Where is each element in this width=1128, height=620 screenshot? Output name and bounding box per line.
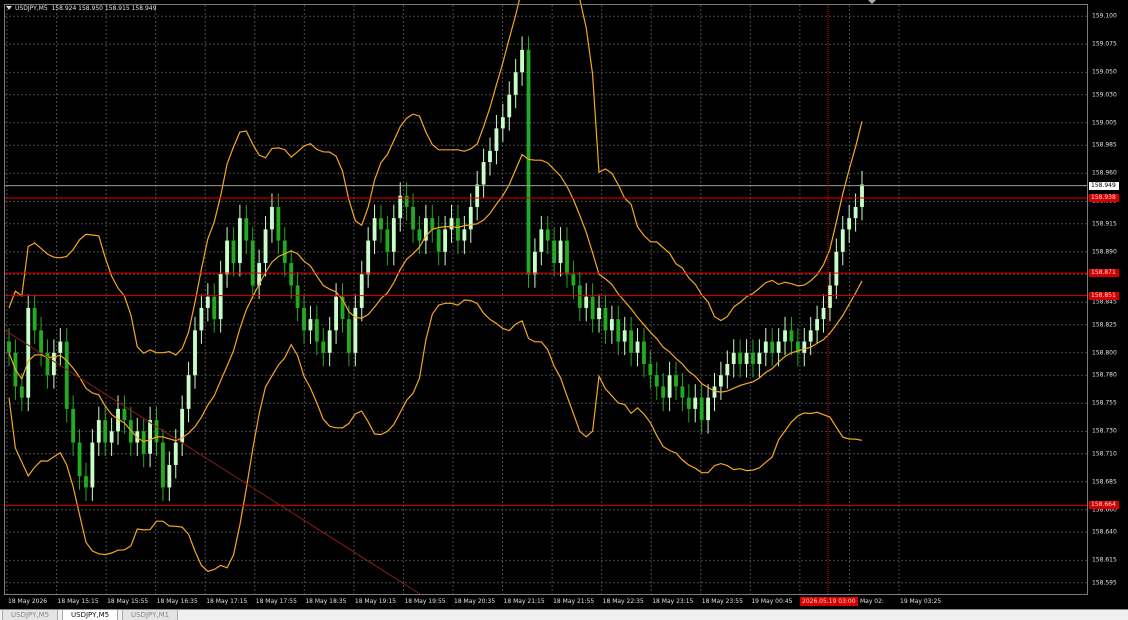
symbol-info-text: USDJPY,M5 158.924 158.950 158.915 158.94…: [15, 5, 157, 12]
y-tick-label: 158.825: [1092, 321, 1117, 329]
chart-window: USDJPY,M5 158.924 158.950 158.915 158.94…: [0, 0, 1128, 620]
y-tick-label: 158.730: [1092, 427, 1117, 435]
chart-frame: [4, 4, 1088, 595]
x-tick-label: 19 May 00:45: [751, 598, 793, 605]
time-marker-tag: 2026.05.19 03:00: [800, 597, 858, 606]
y-tick-label: 158.960: [1092, 169, 1117, 177]
level-tag-1: 158.938: [1089, 193, 1119, 202]
dropdown-triangle-icon[interactable]: [6, 6, 12, 10]
y-tick-label: 158.755: [1092, 399, 1117, 407]
y-tick-label: 159.050: [1092, 68, 1117, 76]
y-tick-label: 159.100: [1092, 12, 1117, 20]
y-tick-label: 158.615: [1092, 556, 1117, 564]
x-tick-label: 18 May 17:15: [206, 598, 248, 605]
y-tick-label: 158.890: [1092, 248, 1117, 256]
x-tick-label: 18 May 18:35: [305, 598, 347, 605]
current-price-tag: 158.949: [1089, 181, 1119, 190]
x-tick-label: 18 May 23:55: [701, 598, 743, 605]
x-tick-label: 18 May 17:55: [255, 598, 297, 605]
y-tick-label: 158.710: [1092, 450, 1117, 458]
x-tick-label: 18 May 16:35: [156, 598, 198, 605]
x-tick-label: 18 May 21:55: [553, 598, 595, 605]
x-tick-label: 19 May 03:25: [900, 598, 942, 605]
x-tick-label: 18 May 15:15: [57, 598, 99, 605]
chart-tab-bar: USDJPY,M5 USDJPY,M5 USDJPY,M1: [0, 609, 1128, 620]
y-tick-label: 159.030: [1092, 91, 1117, 99]
y-tick-label: 158.915: [1092, 220, 1117, 228]
level-tag-4: 158.664: [1089, 501, 1119, 510]
x-tick-label: 18 May 20:35: [454, 598, 496, 605]
y-tick-label: 158.685: [1092, 478, 1117, 486]
chart-shift-marker-icon[interactable]: [868, 0, 876, 4]
x-tick-label: 18 May 2026: [8, 598, 48, 605]
x-tick-label: 18 May 15:55: [107, 598, 149, 605]
level-tag-3: 158.851: [1089, 291, 1119, 300]
x-tick-label: 18 May 19:55: [404, 598, 446, 605]
y-tick-label: 158.845: [1092, 298, 1117, 306]
x-tick-label: 18 May 22:35: [602, 598, 644, 605]
y-tick-label: 158.780: [1092, 371, 1117, 379]
y-tick-label: 158.595: [1092, 579, 1117, 587]
x-tick-label: 18 May 21:15: [503, 598, 545, 605]
symbol-info: USDJPY,M5 158.924 158.950 158.915 158.94…: [6, 5, 156, 12]
x-tick-label: 18 May 23:15: [652, 598, 694, 605]
level-tag-2: 158.871: [1089, 269, 1119, 278]
y-tick-label: 159.005: [1092, 119, 1117, 127]
y-tick-label: 159.075: [1092, 40, 1117, 48]
y-tick-label: 158.640: [1092, 528, 1117, 536]
y-tick-label: 158.985: [1092, 141, 1117, 149]
y-tick-label: 158.800: [1092, 349, 1117, 357]
x-tick-label: 18 May 19:15: [354, 598, 397, 605]
